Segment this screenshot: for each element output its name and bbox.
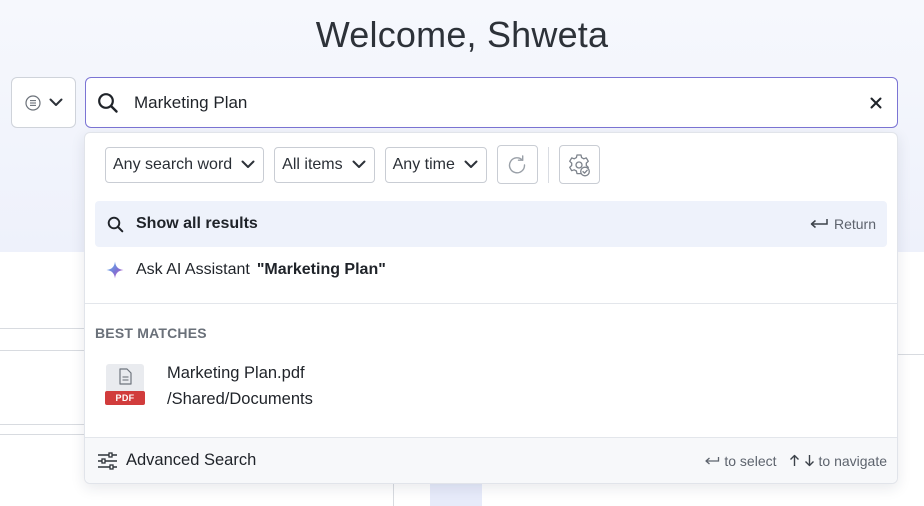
search-result-item[interactable]: PDF Marketing Plan.pdf /Shared/Documents <box>95 357 887 415</box>
pdf-badge: PDF <box>105 391 145 405</box>
pdf-file-icon: PDF <box>105 364 145 408</box>
gear-check-icon <box>569 153 591 176</box>
return-icon <box>705 456 720 464</box>
arrow-up-icon <box>789 454 799 466</box>
return-key-hint: Return <box>809 216 876 232</box>
ask-ai-label: Ask AI Assistant <box>136 261 250 278</box>
refresh-icon <box>509 154 526 173</box>
search-field[interactable] <box>85 77 898 128</box>
background-divider <box>393 484 394 506</box>
navigate-hint: to navigate <box>789 452 888 469</box>
select-hint: to select <box>704 452 777 469</box>
chevron-down-icon <box>241 160 255 168</box>
time-range-label: Any time <box>392 155 455 173</box>
background-divider <box>0 434 84 435</box>
chevron-down-icon <box>352 160 366 168</box>
refresh-button[interactable] <box>496 145 538 184</box>
background-block <box>430 484 482 506</box>
close-icon[interactable] <box>861 88 891 118</box>
background-divider <box>0 424 84 425</box>
return-icon <box>810 219 828 229</box>
chevron-down-icon <box>464 160 478 168</box>
item-type-select[interactable]: All items <box>274 146 375 183</box>
search-icon <box>107 216 124 232</box>
ask-ai-query: "Marketing Plan" <box>256 261 386 278</box>
return-hint-label: Return <box>833 216 876 232</box>
advanced-search-label: Advanced Search <box>126 451 257 469</box>
ask-ai-assistant-row[interactable]: Ask AI Assistant "Marketing Plan" <box>106 258 386 282</box>
page-title: Welcome, Shweta <box>315 14 609 55</box>
time-range-select[interactable]: Any time <box>384 146 487 183</box>
background-divider <box>898 354 924 355</box>
sliders-icon <box>98 451 117 470</box>
advanced-search-button[interactable]: Advanced Search <box>97 451 256 470</box>
search-scope-button[interactable] <box>11 77 76 128</box>
navigate-hint-label: to navigate <box>818 452 888 469</box>
result-file-name: Marketing Plan.pdf <box>167 364 305 382</box>
arrow-down-icon <box>804 455 814 467</box>
search-settings-button[interactable] <box>558 145 600 184</box>
select-hint-label: to select <box>724 452 777 469</box>
list-icon <box>24 94 41 111</box>
background-divider <box>0 328 84 329</box>
result-file-path: /Shared/Documents <box>167 390 313 408</box>
match-mode-label: Any search word <box>113 155 233 173</box>
result-text: Marketing Plan.pdf /Shared/Documents <box>167 360 313 412</box>
sparkle-icon <box>106 261 124 279</box>
show-all-results-label: Show all results <box>136 215 258 232</box>
best-matches-heading: BEST MATCHES <box>95 325 207 341</box>
dropdown-footer: Advanced Search to select to navigate <box>85 437 897 483</box>
keyboard-hints: to select to navigate <box>704 453 887 469</box>
filter-bar: Any search word All items Any time <box>105 145 600 184</box>
match-mode-select[interactable]: Any search word <box>105 146 265 183</box>
item-type-label: All items <box>282 155 343 173</box>
search-icon <box>97 92 119 114</box>
search-dropdown: Any search word All items Any time Show … <box>84 132 898 484</box>
search-input[interactable] <box>134 82 861 123</box>
background-divider <box>0 350 84 351</box>
show-all-results-row[interactable]: Show all results Return <box>95 201 887 247</box>
toolbar-divider <box>547 146 549 183</box>
section-divider <box>85 303 897 304</box>
chevron-down-icon <box>49 98 63 107</box>
